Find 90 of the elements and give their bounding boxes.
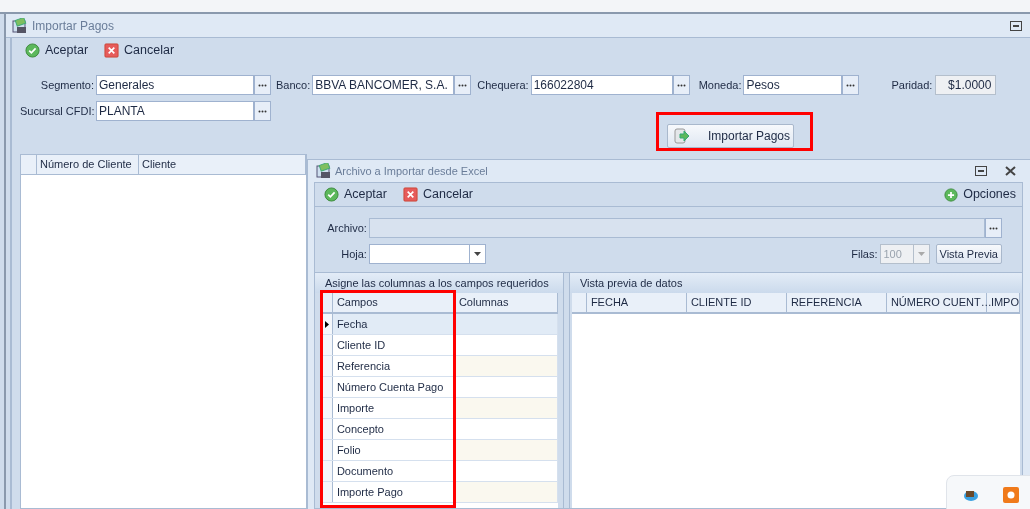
grid-row[interactable]: Concepto: [322, 419, 453, 440]
close-icon[interactable]: [1005, 166, 1016, 176]
column-header[interactable]: IMPO: [986, 293, 1020, 312]
grid-row[interactable]: Referencia: [322, 356, 453, 377]
column-header[interactable]: FECHA: [586, 293, 687, 312]
tray-record-icon[interactable]: [1003, 487, 1019, 503]
lookup-field[interactable]: Pesos: [743, 75, 843, 95]
cancel-button[interactable]: Cancelar: [101, 40, 178, 60]
ellipsis-icon: [846, 83, 856, 87]
ellipsis-icon: [458, 83, 468, 87]
table-cell-text: Referencia: [335, 358, 392, 374]
lookup-field[interactable]: 166022804: [530, 75, 673, 95]
ellipsis-button[interactable]: [254, 101, 271, 121]
import-icon: [674, 128, 690, 144]
grid-row[interactable]: Número Cuenta Pago: [322, 377, 453, 398]
options-button[interactable]: Opciones: [944, 185, 1016, 204]
table-cell[interactable]: [455, 482, 558, 503]
import-button[interactable]: Importar Pagos: [667, 124, 794, 148]
column-header[interactable]: CLIENTE ID: [686, 293, 787, 312]
table-cell-text: Fecha: [335, 316, 369, 332]
table-cell[interactable]: [455, 335, 558, 356]
table-cell-text: Importe: [335, 400, 376, 416]
check-icon: [323, 187, 339, 202]
column-header[interactable]: REFERENCIA: [786, 293, 887, 312]
close-icon: [104, 42, 120, 58]
row-indicator[interactable]: [322, 314, 333, 334]
panel-header: Asigne las columnas a los campos requeridos: [314, 273, 563, 293]
table-cell[interactable]: [455, 314, 558, 335]
ellipsis-icon: [258, 83, 267, 87]
column-header[interactable]: Número de Cliente: [37, 155, 139, 174]
grid-row[interactable]: Folio: [322, 440, 453, 461]
ellipsis-button[interactable]: [454, 75, 472, 95]
close-icon: [402, 187, 418, 202]
grid-row[interactable]: Fecha: [322, 314, 453, 335]
caret-icon: [473, 252, 481, 256]
window-icon: [315, 163, 332, 179]
dialog-title: Archivo a Importar desde Excel: [334, 163, 488, 179]
table-cell[interactable]: [455, 356, 558, 377]
accept-button[interactable]: Aceptar: [320, 185, 390, 204]
table-cell[interactable]: [455, 377, 558, 398]
field-label: Hoja:: [340, 246, 367, 262]
window-title: Importar Pagos: [32, 17, 115, 35]
table-cell[interactable]: [455, 461, 558, 482]
ellipsis-button[interactable]: [254, 75, 271, 95]
check-icon: [25, 42, 40, 58]
field-label: Sucursal CFDI:: [20, 103, 94, 119]
field-label: Moneda:: [698, 77, 742, 93]
table-cell[interactable]: [455, 440, 558, 461]
field-label: Banco:: [276, 77, 311, 93]
ellipsis-button[interactable]: [985, 218, 1002, 238]
caret-icon: [917, 252, 925, 256]
table-cell[interactable]: [455, 398, 558, 419]
field-label: Paridad:: [891, 77, 933, 93]
tray-app-icon[interactable]: [963, 488, 979, 502]
field-label: Segmento:: [39, 77, 94, 93]
field-label: Filas:: [851, 246, 878, 262]
lookup-field[interactable]: PLANTA: [96, 101, 254, 121]
table-cell[interactable]: [455, 419, 558, 440]
field-label: Chequera:: [477, 77, 529, 93]
accept-button[interactable]: Aceptar: [22, 40, 92, 60]
row-pointer-icon: [325, 320, 330, 328]
plus-icon: [944, 187, 959, 202]
column-header[interactable]: Columnas: [455, 293, 558, 312]
lookup-field[interactable]: Generales: [96, 75, 254, 95]
ellipsis-icon: [989, 226, 998, 230]
restore-icon[interactable]: [1010, 20, 1022, 31]
grid-row[interactable]: Importe Pago: [322, 482, 453, 503]
panel-header: Vista previa de datos: [569, 273, 1022, 293]
preview-button[interactable]: Vista Previa: [935, 244, 1002, 264]
file-field[interactable]: [368, 218, 985, 238]
grid-row[interactable]: Importe: [322, 398, 453, 419]
column-header[interactable]: Cliente: [139, 155, 306, 174]
restore-icon[interactable]: [975, 166, 987, 176]
table-cell-text: Folio: [335, 442, 362, 458]
sheet-dropdown[interactable]: [368, 244, 486, 264]
table-cell-text: Concepto: [335, 421, 385, 437]
ellipsis-button[interactable]: [842, 75, 860, 95]
field-label: Archivo:: [326, 220, 367, 236]
table-cell-text: Documento: [335, 463, 395, 479]
window-icon: [12, 17, 28, 34]
table-cell-text: Importe Pago: [335, 484, 404, 500]
ellipsis-icon: [676, 83, 686, 87]
readonly-field: $1.0000: [935, 75, 997, 95]
table-cell-text: Cliente ID: [335, 337, 387, 353]
grid-row[interactable]: Cliente ID: [322, 335, 453, 356]
grid-row[interactable]: Documento: [322, 461, 453, 482]
ellipsis-icon: [258, 109, 267, 113]
table-cell-text: Número Cuenta Pago: [335, 379, 445, 395]
cancel-button[interactable]: Cancelar: [399, 185, 476, 204]
lookup-field[interactable]: BBVA BANCOMER, S.A.: [312, 75, 455, 95]
